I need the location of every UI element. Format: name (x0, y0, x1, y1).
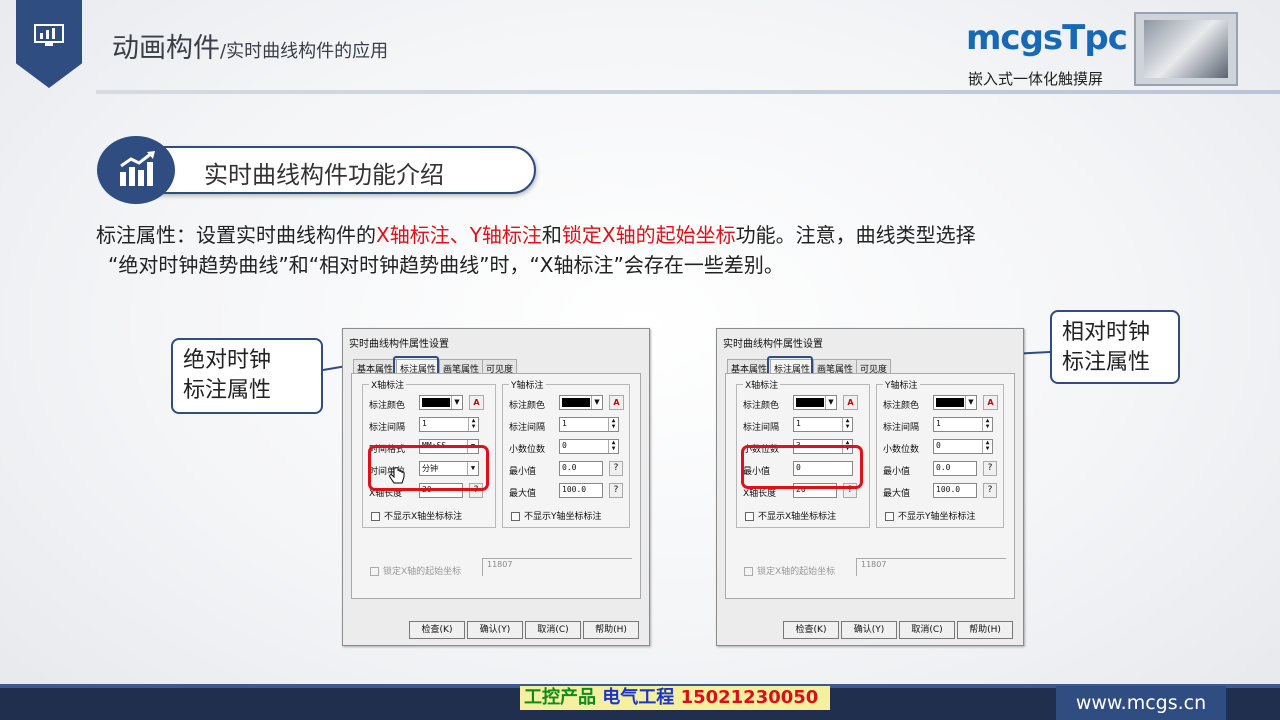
check-button[interactable]: 检查(K) (783, 621, 839, 639)
x-font-button[interactable]: A (469, 395, 484, 410)
brand-logo: mcgsTpc (966, 18, 1128, 58)
y-hide-checkbox[interactable]: 不显示Y轴坐标标注 (885, 509, 1015, 522)
x-color-picker[interactable]: ▼ (793, 395, 837, 410)
x-interval-field[interactable]: 1 ▲ ▼ (419, 417, 479, 432)
x-interval-field[interactable]: 1 ▲ ▼ (793, 417, 853, 432)
lock-x-value: 11807 (482, 558, 632, 576)
y-interval-field[interactable]: 1 ▲ ▼ (559, 417, 619, 432)
callout-relative-clock: 相对时钟 标注属性 (1050, 310, 1180, 384)
y-max-help-button[interactable]: ? (983, 483, 997, 498)
y-min-help-button[interactable]: ? (983, 461, 997, 476)
x-color-picker[interactable]: ▼ (419, 395, 463, 410)
y-decimals-label: 小数位数 (509, 445, 546, 455)
y-interval-field[interactable]: 1 ▲ ▼ (933, 417, 993, 432)
y-hide-checkbox[interactable]: 不显示Y轴坐标标注 (511, 509, 641, 522)
y-color-label: 标注颜色 (883, 401, 920, 411)
y-interval-label: 标注间隔 (509, 423, 546, 433)
page-subtitle: /实时曲线构件的应用 (220, 41, 389, 62)
callout-absolute-clock: 绝对时钟 标注属性 (171, 338, 323, 414)
x-hide-checkbox[interactable]: 不显示X轴坐标标注 (371, 509, 501, 522)
y-decimals-field[interactable]: 0 ▲ ▼ (559, 439, 619, 454)
lock-x-value: 11807 (856, 558, 1006, 576)
y-decimals-field[interactable]: 0 ▲ ▼ (933, 439, 993, 454)
y-min-field[interactable]: 0.0 (559, 461, 603, 476)
bar-chart-trend-icon (120, 151, 155, 186)
y-decimals-label: 小数位数 (883, 445, 920, 455)
header-divider (96, 90, 1280, 94)
dialog-title: 实时曲线构件属性设置 (723, 339, 823, 350)
section-title: 实时曲线构件功能介绍 (204, 161, 444, 189)
confirm-button[interactable]: 确认(Y) (841, 621, 897, 639)
footer-advert: 工控产品 电气工程 15021230050 (520, 686, 830, 710)
y-axis-group-title: Y轴标注 (509, 378, 546, 391)
confirm-button[interactable]: 确认(Y) (467, 621, 523, 639)
y-min-field[interactable]: 0.0 (933, 461, 977, 476)
brand-tagline: 嵌入式一体化触摸屏 (968, 70, 1104, 88)
product-thumbnail (1134, 12, 1238, 86)
page-title: 动画构件/实时曲线构件的应用 (112, 33, 389, 64)
y-font-button[interactable]: A (983, 395, 998, 410)
footer-website[interactable]: www.mcgs.cn (1056, 686, 1226, 720)
y-min-label: 最小值 (509, 467, 537, 477)
help-button[interactable]: 帮助(H) (583, 621, 639, 639)
y-axis-group: Y轴标注 标注颜色 ▼ A 标注间隔 1 ▲ ▼ 小数位数 0 ▲ ▼ 最小值 0.0 … (876, 378, 1004, 528)
check-button[interactable]: 检查(K) (409, 621, 465, 639)
x-font-button[interactable]: A (843, 395, 858, 410)
header-badge (16, 0, 82, 88)
highlight-decimal-min (741, 445, 863, 489)
x-hide-checkbox[interactable]: 不显示X轴坐标标注 (745, 509, 875, 522)
y-max-help-button[interactable]: ? (609, 483, 623, 498)
y-max-field[interactable]: 100.0 (559, 483, 603, 498)
y-max-label: 最大值 (883, 489, 911, 499)
highlight-time-settings (368, 445, 489, 491)
y-min-label: 最小值 (883, 467, 911, 477)
x-axis-group-title: X轴标注 (369, 378, 407, 391)
lock-x-checkbox[interactable]: 锁定X轴的起始坐标 (370, 564, 461, 577)
monitor-chart-icon (34, 24, 64, 46)
x-color-label: 标注颜色 (369, 401, 406, 411)
y-axis-group-title: Y轴标注 (883, 378, 920, 391)
y-max-field[interactable]: 100.0 (933, 483, 977, 498)
y-color-picker[interactable]: ▼ (559, 395, 603, 410)
y-color-picker[interactable]: ▼ (933, 395, 977, 410)
x-color-label: 标注颜色 (743, 401, 780, 411)
dialog-title: 实时曲线构件属性设置 (349, 339, 449, 350)
x-axis-group-title: X轴标注 (743, 378, 781, 391)
cancel-button[interactable]: 取消(C) (899, 621, 955, 639)
y-axis-group: Y轴标注 标注颜色 ▼ A 标注间隔 1 ▲ ▼ 小数位数 0 ▲ ▼ 最小值 0.0 … (502, 378, 630, 528)
y-interval-label: 标注间隔 (883, 423, 920, 433)
dialog-relative-clock: 实时曲线构件属性设置 基本属性 标注属性 画笔属性 可见度 X轴标注 标注颜色 … (716, 328, 1024, 646)
y-color-label: 标注颜色 (509, 401, 546, 411)
help-button[interactable]: 帮助(H) (957, 621, 1013, 639)
lock-x-checkbox[interactable]: 锁定X轴的起始坐标 (744, 564, 835, 577)
dialog-absolute-clock: 实时曲线构件属性设置 基本属性 标注属性 画笔属性 可见度 X轴标注 标注颜色 … (342, 328, 650, 646)
y-font-button[interactable]: A (609, 395, 624, 410)
y-min-help-button[interactable]: ? (609, 461, 623, 476)
description-text: 标注属性：设置实时曲线构件的X轴标注、Y轴标注和锁定X轴的起始坐标功能。注意，曲… (96, 223, 976, 277)
x-interval-label: 标注间隔 (743, 423, 780, 433)
section-icon-badge (97, 136, 175, 204)
hand-cursor-icon (389, 467, 405, 484)
x-interval-label: 标注间隔 (369, 423, 406, 433)
y-max-label: 最大值 (509, 489, 537, 499)
cancel-button[interactable]: 取消(C) (525, 621, 581, 639)
